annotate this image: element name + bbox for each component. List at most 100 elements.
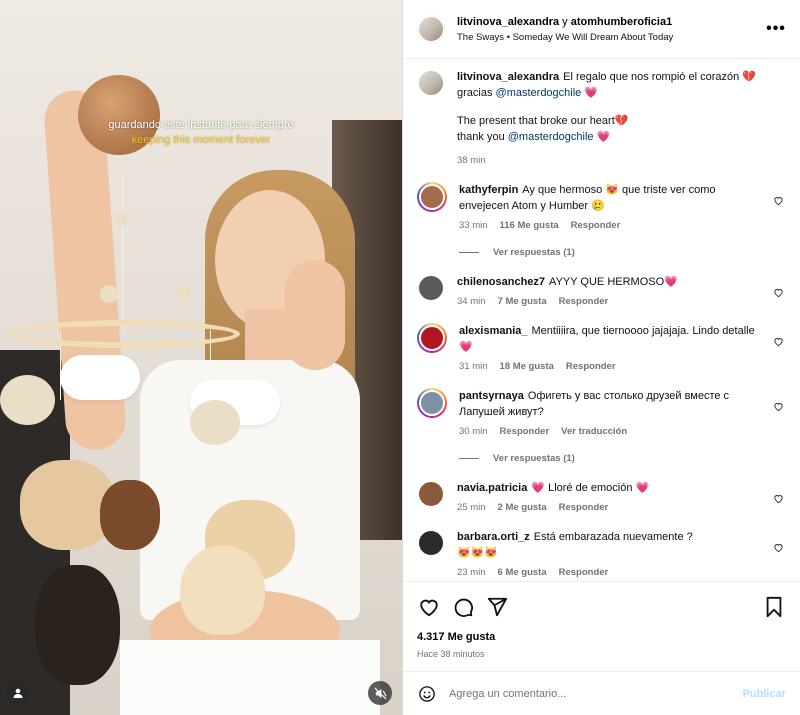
reply-button[interactable]: Responder [571,220,621,231]
comment-username[interactable]: chilenosanchez7 [457,276,545,288]
person-hand [285,260,345,370]
person-pants [120,640,380,715]
caption-line-2: gracias [457,87,496,99]
like-heart-icon[interactable] [417,595,441,619]
add-comment-bar: Publicar [403,671,800,715]
post-actions [403,581,800,631]
commenter-avatar[interactable] [417,323,447,353]
caption-line-2-suffix: 💗 [581,87,599,99]
commenter-avatar[interactable] [417,480,445,508]
caption-mention[interactable]: @masterdogchile [496,87,582,99]
comment-time: 23 min [457,567,486,578]
comment-item: chilenosanchez7 AYYY QUE HERMOSO💗 34 min 7… [417,274,786,307]
comment-time: 34 min [457,296,486,307]
comment-username[interactable]: kathyferpin [459,184,518,196]
post-timestamp: Hace 38 minutos [417,649,485,659]
felt-ball [190,400,240,445]
like-comment-icon[interactable] [773,493,784,507]
comments-list[interactable]: litvinova_alexandra El regalo que nos rom… [403,59,800,581]
video-caption-english: keeping this moment forever [131,134,271,146]
felt-dog [35,565,120,685]
comment-item: navia.patricia 💗 Lloré de emoción 💗 25 mi… [417,480,786,513]
felt-bead [175,285,191,301]
view-replies-button[interactable]: Ver respuestas (1) [459,247,786,258]
mobile-string [122,170,123,330]
speaker-muted-icon[interactable] [368,681,392,705]
felt-dog [100,480,160,550]
reply-button[interactable]: Responder [559,502,609,513]
comment-input[interactable] [449,687,743,700]
caption-username[interactable]: litvinova_alexandra [457,71,559,83]
comment-item: pantsyrnaya Офигеть у вас столько друзей … [417,388,786,437]
like-comment-icon[interactable] [773,287,784,301]
caption-line-3: The present that broke our heart💔 [457,115,629,127]
commenter-avatar[interactable] [417,274,445,302]
comment-text: AYYY QUE HERMOSO💗 [549,276,678,288]
likes-count[interactable]: 4.317 Me gusta [403,631,800,649]
comment-username[interactable]: navia.patricia [457,482,527,494]
user-tag-icon[interactable] [6,681,30,705]
view-replies-label[interactable]: Ver respuestas (1) [493,247,575,258]
comment-likes[interactable]: 18 Me gusta [500,361,554,372]
caption-mention-2[interactable]: @masterdogchile [508,131,594,143]
share-icon[interactable] [485,595,509,619]
view-replies-button[interactable]: Ver respuestas (1) [459,453,786,464]
comment-item: barbara.orti_z Está embarazada nuevamente… [417,529,786,578]
felt-ball [0,375,55,425]
commenter-avatar[interactable] [417,388,447,418]
post-caption: litvinova_alexandra El regalo que nos rom… [417,69,786,166]
post-panel: litvinova_alexandra y atomhumberoficia1 … [402,0,800,715]
caption-author-avatar[interactable] [417,69,445,97]
post-authors: litvinova_alexandra y atomhumberoficia1 … [457,16,766,43]
video-caption-spanish: guardando este instante para siempre [108,119,294,131]
post-header: litvinova_alexandra y atomhumberoficia1 … [403,0,800,59]
comment-time: 25 min [457,502,486,513]
audio-track[interactable]: The Sways • Someday We Will Dream About … [457,32,766,43]
translate-button[interactable]: Ver traducción [561,426,627,437]
post-authors-title: litvinova_alexandra y atomhumberoficia1 [457,16,766,28]
felt-bead [114,212,128,226]
comment-time: 31 min [459,361,488,372]
comment-text-emoji: 😻😻😻 [457,547,499,559]
comment-icon[interactable] [451,595,475,619]
caption-text-english: The present that broke our heart💔 thank … [457,113,782,145]
emoji-icon[interactable] [417,684,437,704]
authors-connector: y [559,15,571,28]
comment-username[interactable]: alexismania_ [459,325,528,337]
reply-button[interactable]: Responder [559,567,609,578]
comment-time: 30 min [459,426,488,437]
like-comment-icon[interactable] [773,401,784,415]
caption-line-4: thank you [457,131,508,143]
comment-likes[interactable]: 2 Me gusta [498,502,547,513]
felt-heart [180,545,265,635]
like-comment-icon[interactable] [773,195,784,209]
comment-likes[interactable]: 7 Me gusta [498,296,547,307]
mobile-hoop [10,320,240,348]
post-media[interactable]: guardando este instante para siempre kee… [0,0,402,715]
caption-line-4-suffix: 💗 [593,131,611,143]
reply-button[interactable]: Responder [566,361,616,372]
reply-button[interactable]: Responder [559,296,609,307]
author-username-2[interactable]: atomhumberoficia1 [571,16,672,28]
felt-bead [100,285,118,303]
like-comment-icon[interactable] [773,336,784,350]
author-username-1[interactable]: litvinova_alexandra [457,16,559,28]
post-comment-button[interactable]: Publicar [743,688,786,700]
comment-item: kathyferpin Ay que hermoso 😻 que triste v… [417,182,786,231]
comment-likes[interactable]: 6 Me gusta [498,567,547,578]
view-replies-label[interactable]: Ver respuestas (1) [493,453,575,464]
felt-cloud [60,355,140,400]
reply-button[interactable]: Responder [500,426,550,437]
comment-username[interactable]: barbara.orti_z [457,531,530,543]
comment-likes[interactable]: 116 Me gusta [500,220,559,231]
caption-time: 38 min [457,155,486,166]
commenter-avatar[interactable] [417,182,447,212]
author-avatar[interactable] [417,15,445,43]
commenter-avatar[interactable] [417,529,445,557]
save-bookmark-icon[interactable] [762,595,786,619]
comment-text: Está embarazada nuevamente ? [533,531,693,543]
like-comment-icon[interactable] [773,542,784,556]
comment-username[interactable]: pantsyrnaya [459,390,524,402]
comment-item: alexismania_ Mentiiiira, que tiernoooo ja… [417,323,786,372]
more-options-icon[interactable]: ••• [766,20,786,38]
